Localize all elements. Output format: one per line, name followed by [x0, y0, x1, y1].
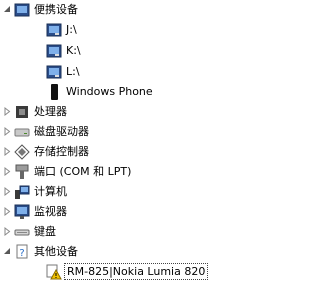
tree-node-label: 键盘: [34, 225, 56, 238]
tree-node-storage-controllers[interactable]: 存储控制器: [0, 142, 299, 161]
tree-node-label: 其他设备: [34, 245, 78, 258]
warning-device-icon: [46, 264, 62, 280]
tree-node-windows-phone[interactable]: Windows Phone: [0, 82, 299, 101]
portable-device-icon: [14, 2, 30, 18]
tree-node-computer[interactable]: 计算机: [0, 182, 299, 201]
tree-node-label: Windows Phone: [66, 85, 153, 98]
expand-arrow-icon[interactable]: [3, 227, 12, 236]
tree-node-label: 监视器: [34, 205, 67, 218]
tree-node-drive-k[interactable]: K:\: [0, 41, 299, 60]
tree-node-monitors[interactable]: 监视器: [0, 202, 299, 221]
tree-node-rm825-device[interactable]: RM-825|Nokia Lumia 820: [0, 262, 299, 281]
tree-node-drive-l[interactable]: L:\: [0, 62, 299, 81]
tree-node-disk-drives[interactable]: 磁盘驱动器: [0, 122, 299, 141]
tree-node-keyboards[interactable]: 键盘: [0, 222, 299, 241]
drive-icon: [46, 43, 62, 59]
drive-icon: [46, 22, 62, 38]
port-icon: [14, 164, 30, 180]
keyboard-icon: [14, 224, 30, 240]
tree-node-label: 处理器: [34, 105, 67, 118]
expand-arrow-icon[interactable]: [3, 207, 12, 216]
tree-node-portable-devices[interactable]: 便携设备: [0, 0, 299, 19]
expand-arrow-icon[interactable]: [3, 147, 12, 156]
processor-icon: [14, 104, 30, 120]
tree-node-label: RM-825|Nokia Lumia 820: [64, 263, 209, 280]
device-tree: 便携设备 J:\ K:\ L:\ Windows Phone 处理器 磁盘驱动器…: [0, 0, 299, 283]
other-devices-icon: ?: [14, 244, 30, 260]
disk-drive-icon: [14, 124, 30, 140]
expand-arrow-icon[interactable]: [3, 127, 12, 136]
tree-node-label: 计算机: [34, 185, 67, 198]
tree-node-other-devices[interactable]: ? 其他设备: [0, 242, 299, 261]
tree-node-label: 磁盘驱动器: [34, 125, 89, 138]
tree-node-label: L:\: [66, 65, 80, 78]
tree-node-label: 端口 (COM 和 LPT): [34, 165, 132, 178]
svg-text:?: ?: [19, 248, 24, 259]
tree-node-processor[interactable]: 处理器: [0, 102, 299, 121]
tree-node-ports[interactable]: 端口 (COM 和 LPT): [0, 162, 299, 181]
tree-node-label: 便携设备: [34, 3, 78, 16]
drive-icon: [46, 64, 62, 80]
tree-node-drive-j[interactable]: J:\: [0, 20, 299, 39]
expand-arrow-icon[interactable]: [3, 107, 12, 116]
collapse-arrow-icon[interactable]: [3, 5, 12, 14]
tree-node-label: J:\: [66, 23, 77, 36]
phone-icon: [46, 84, 62, 100]
expand-arrow-icon[interactable]: [3, 187, 12, 196]
tree-node-label: 存储控制器: [34, 145, 89, 158]
computer-icon: [14, 184, 30, 200]
monitor-icon: [14, 204, 30, 220]
collapse-arrow-icon[interactable]: [3, 247, 12, 256]
storage-controller-icon: [14, 144, 30, 160]
expand-arrow-icon[interactable]: [3, 167, 12, 176]
tree-node-label: K:\: [66, 44, 81, 57]
